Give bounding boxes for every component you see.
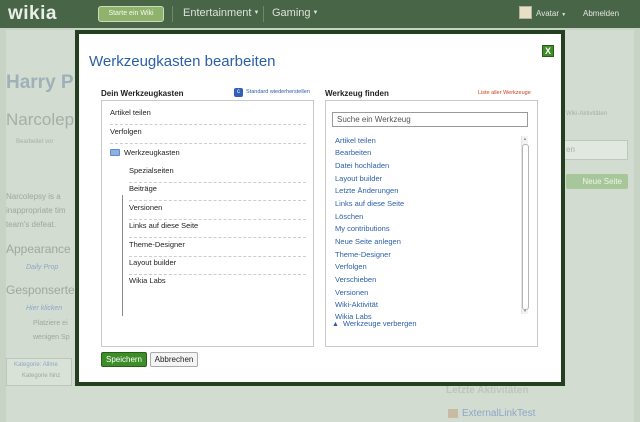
toolbox-folder-item[interactable]: Wikia Labs: [129, 274, 306, 293]
tool-item[interactable]: My contributions: [335, 224, 390, 233]
article-text: Narcolepsy is a: [6, 192, 61, 201]
logout-link[interactable]: Abmelden: [583, 9, 619, 18]
search-box-label: en: [566, 145, 575, 154]
nav-entertainment[interactable]: Entertainment ▼: [183, 7, 259, 19]
nav-gaming-label: Gaming: [272, 7, 311, 19]
folder-icon: [110, 149, 120, 156]
start-wiki-button[interactable]: Starte ein Wiki: [98, 6, 164, 22]
sponsored-text: wenigen Sp: [33, 334, 70, 341]
recent-activity-link: ExternalLinkTest: [462, 408, 536, 419]
save-button[interactable]: Speichern: [101, 352, 147, 367]
hide-tools-label: Werkzeuge verbergen: [342, 319, 417, 328]
article-title: Narcolep: [6, 110, 75, 129]
my-toolbox-list: Artikel teilen Verfolgen Werkzeugkasten …: [101, 100, 314, 347]
tool-item[interactable]: Verschieben: [335, 275, 376, 284]
page-icon: [448, 409, 458, 418]
tool-item[interactable]: Links auf diese Seite: [335, 199, 404, 208]
restore-defaults-link[interactable]: Standard wiederherstellen: [246, 89, 310, 95]
article-text: inappropriate tim: [6, 206, 66, 215]
toolbox-folder-item[interactable]: Beiträge: [129, 182, 306, 201]
article-link: Hier klicken: [26, 305, 63, 312]
sponsored-text: Platziere ei: [33, 320, 68, 327]
nav-separator: [172, 6, 173, 22]
find-tool-heading: Werkzeug finden: [325, 89, 389, 98]
edit-toolbox-dialog: Werkzeugkasten bearbeiten X Dein Werkzeu…: [75, 30, 565, 386]
toolbox-folder-item[interactable]: Links auf diese Seite: [129, 219, 306, 238]
avatar[interactable]: [519, 6, 532, 19]
tool-item[interactable]: Letzte Änderungen: [335, 186, 398, 195]
chevron-down-icon: ▼: [253, 10, 260, 16]
tool-item[interactable]: Neue Seite anlegen: [335, 237, 401, 246]
tool-search-input[interactable]: [332, 112, 528, 127]
triangle-up-icon: ▲: [332, 321, 339, 328]
add-category-badge: Kategorie hinz: [22, 373, 61, 379]
category-label: Kategorie: Allme: [14, 362, 58, 368]
avatar-menu[interactable]: Avatar ▼: [536, 9, 566, 18]
toolbox-folder[interactable]: Werkzeugkasten: [110, 146, 306, 165]
my-toolbox-heading: Dein Werkzeugkasten: [101, 89, 184, 98]
toolbox-folder-item[interactable]: Versionen: [129, 201, 306, 220]
nav-gaming[interactable]: Gaming ▼: [272, 7, 318, 19]
tool-item[interactable]: Versionen: [335, 288, 368, 297]
edited-meta: Bearbeitet vor: [16, 139, 54, 145]
toolbox-item[interactable]: Verfolgen: [110, 125, 306, 144]
chevron-down-icon: ▼: [312, 10, 319, 16]
tool-item[interactable]: Wiki-Aktivität: [335, 300, 378, 309]
section-heading: Gesponserte: [6, 283, 75, 297]
scroll-down-arrow[interactable]: ▼: [523, 308, 527, 313]
find-tool-panel: Artikel teilen Bearbeiten Datei hochlade…: [325, 100, 538, 347]
new-page-button: Neue Seite: [566, 174, 628, 189]
article-link: Daily Prop: [26, 264, 59, 271]
section-heading: Appearance: [6, 242, 71, 256]
toolbox-folder-item[interactable]: Theme-Designer: [129, 238, 306, 257]
restore-icon[interactable]: c: [234, 88, 243, 97]
chevron-down-icon: ▼: [561, 12, 567, 18]
tool-item[interactable]: Löschen: [335, 212, 363, 221]
nav-entertainment-label: Entertainment: [183, 7, 252, 19]
wiki-activity-link: Wiki-Aktivitäten: [566, 111, 608, 117]
tool-item[interactable]: Artikel teilen: [335, 136, 376, 145]
tool-item[interactable]: Bearbeiten: [335, 148, 371, 157]
tool-item[interactable]: Datei hochladen: [335, 161, 389, 170]
cancel-button[interactable]: Abbrechen: [150, 352, 198, 367]
nav-separator: [263, 6, 264, 22]
tool-item[interactable]: Layout builder: [335, 174, 382, 183]
article-text: team's defeat.: [6, 220, 56, 229]
tool-list-scrollbar[interactable]: ▲ ▼: [521, 136, 529, 314]
toolbox-folder-item[interactable]: Spezialseiten: [129, 164, 306, 183]
tool-list: Artikel teilen Bearbeiten Datei hochlade…: [332, 134, 530, 321]
tool-item[interactable]: Verfolgen: [335, 262, 367, 271]
all-tools-link[interactable]: Liste aller Werkzeuge: [478, 90, 531, 96]
hide-tools-toggle[interactable]: ▲ Werkzeuge verbergen: [332, 319, 417, 328]
global-navigation-bar: wikia Starte ein Wiki Entertainment ▼ Gam…: [0, 0, 640, 28]
scrollbar-thumb[interactable]: [522, 144, 529, 310]
toolbox-item[interactable]: Artikel teilen: [110, 106, 306, 125]
close-button[interactable]: X: [542, 45, 554, 57]
toolbox-folder-label: Werkzeugkasten: [124, 148, 180, 157]
toolbox-folder-item[interactable]: Layout builder: [129, 256, 306, 275]
dialog-title: Werkzeugkasten bearbeiten: [89, 53, 276, 70]
avatar-label: Avatar: [536, 9, 559, 18]
tool-item[interactable]: Theme-Designer: [335, 250, 391, 259]
page-title: Harry P: [6, 72, 74, 93]
wikia-logo[interactable]: wikia: [8, 3, 57, 25]
tree-line: [122, 195, 123, 316]
recent-activity-heading: Letzte Aktivitäten: [446, 385, 529, 396]
scroll-up-arrow[interactable]: ▲: [523, 136, 527, 141]
